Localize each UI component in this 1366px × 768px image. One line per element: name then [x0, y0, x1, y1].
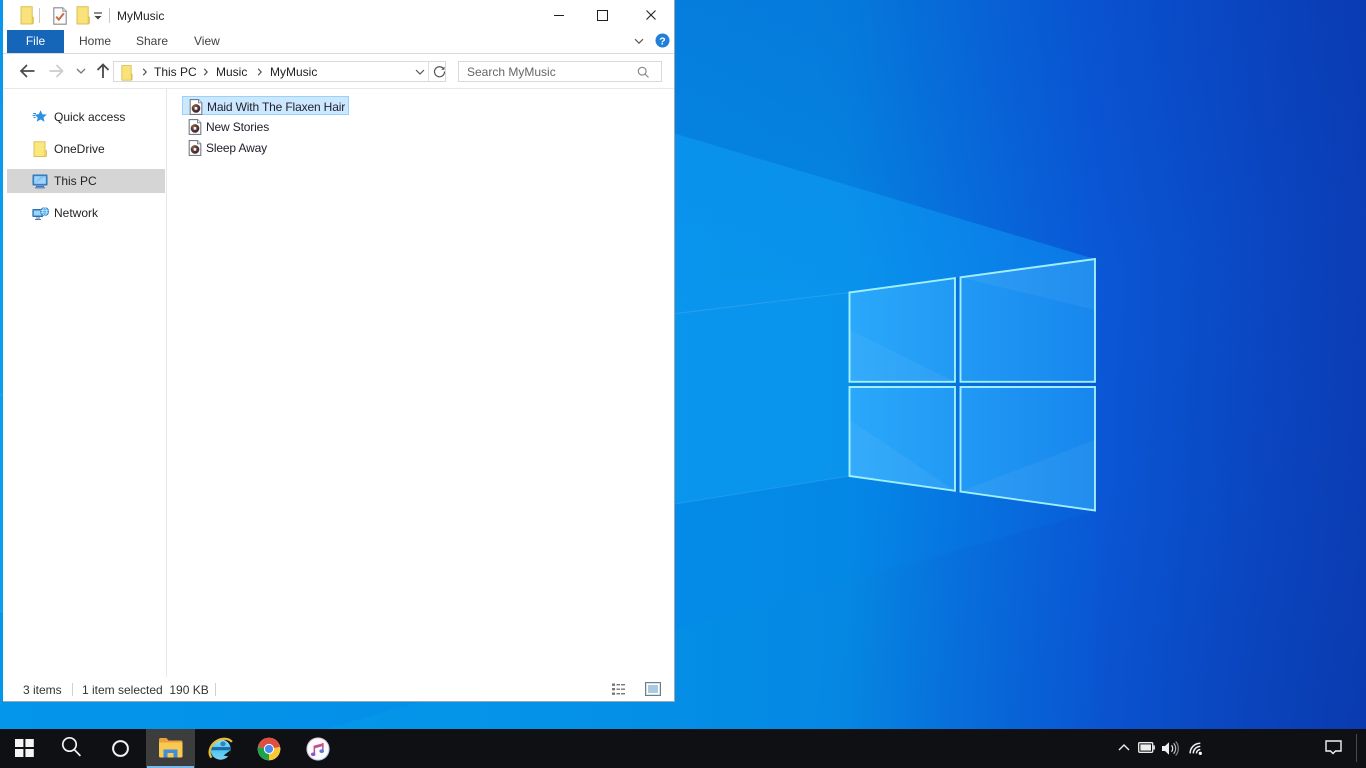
svg-text:?: ?	[659, 35, 665, 47]
